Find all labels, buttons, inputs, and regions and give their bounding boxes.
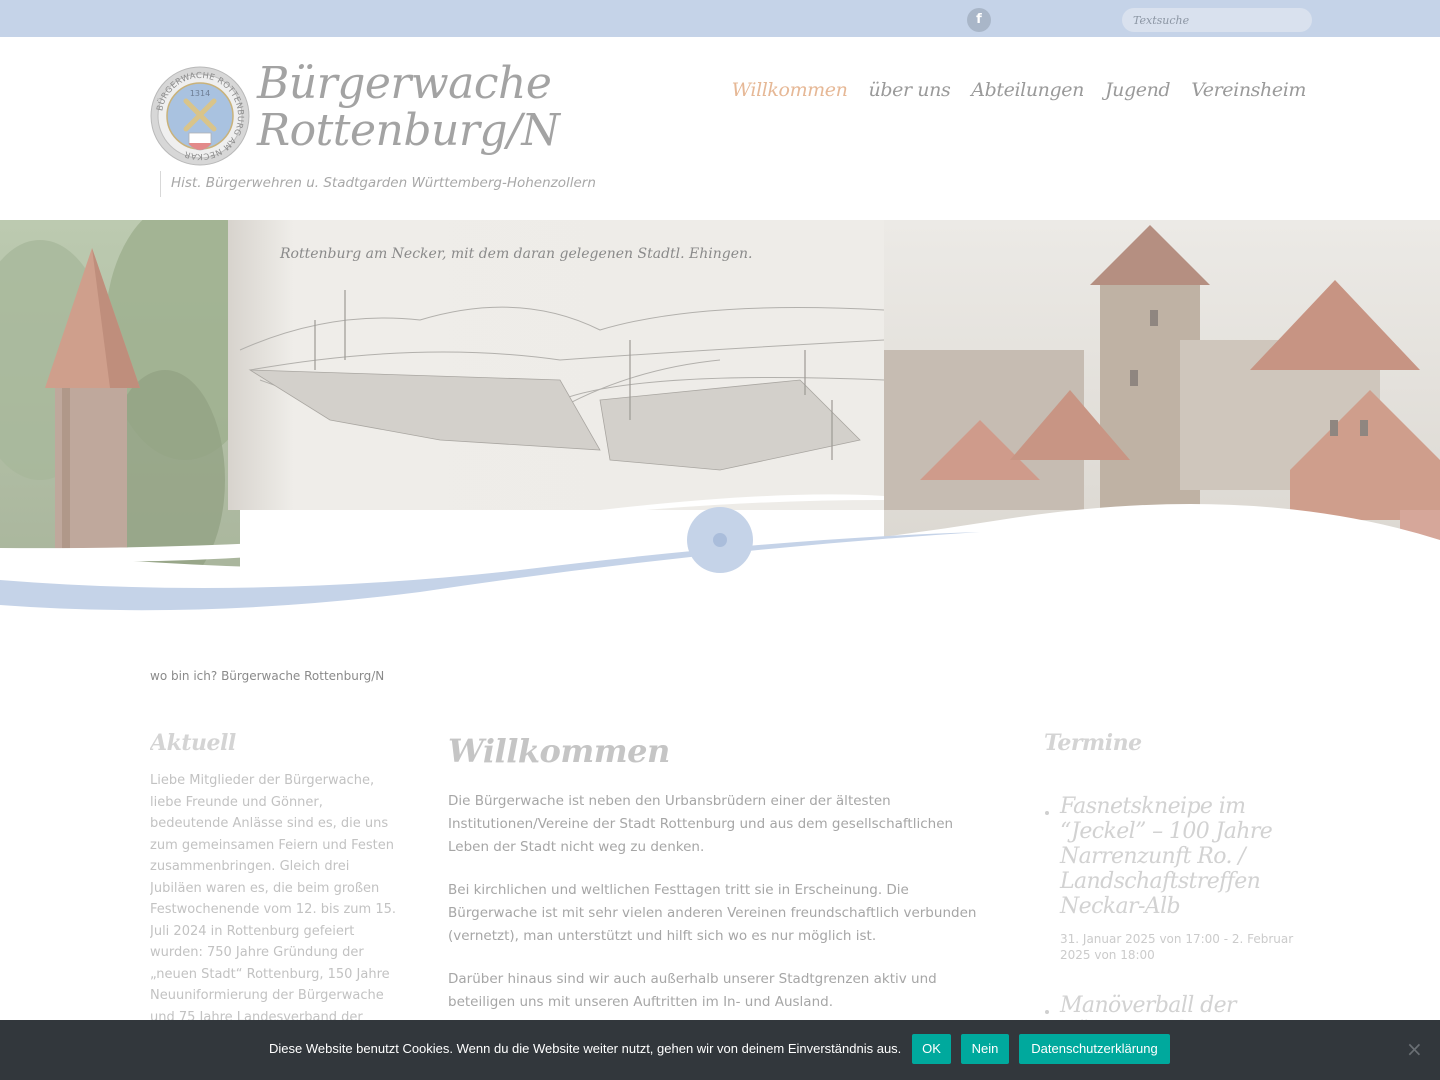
page-title: Willkommen xyxy=(448,732,670,770)
cookie-privacy-button[interactable]: Datenschutzerklärung xyxy=(1019,1034,1170,1064)
main-content: Willkommen Die Bürgerwache ist neben den… xyxy=(448,730,993,1020)
cookie-no-button[interactable]: Nein xyxy=(961,1034,1009,1064)
cookie-notice: Diese Website benutzt Cookies. Wenn du d… xyxy=(0,1020,1440,1080)
content-paragraph-3: Darüber hinaus sind wir auch außerhalb u… xyxy=(448,971,937,1010)
tagline-divider xyxy=(160,171,161,197)
event-title-link[interactable]: Fasnetskneipe im “Jeckel” – 100 Jahre Na… xyxy=(1060,794,1294,919)
aktuell-title: Aktuell xyxy=(150,730,236,756)
termine-list: Fasnetskneipe im “Jeckel” – 100 Jahre Na… xyxy=(1044,794,1294,1020)
termine-item: Manöverball der Bürgerwache xyxy=(1044,993,1294,1020)
site-logo[interactable]: BÜRGERWACHE ROTTENBURG AM NECKAR 1314 xyxy=(150,66,250,166)
termine-item: Fasnetskneipe im “Jeckel” – 100 Jahre Na… xyxy=(1044,794,1294,963)
top-bar: f xyxy=(0,0,1440,37)
nav-item-willkommen[interactable]: Willkommen xyxy=(732,79,848,101)
termine-title: Termine xyxy=(1044,730,1142,756)
logo-year: 1314 xyxy=(190,89,210,98)
hero-sketch-caption: Rottenburg am Necker, mit dem daran gele… xyxy=(279,246,753,262)
nav-item-jugend[interactable]: Jugend xyxy=(1105,79,1171,101)
main-nav: Willkommen über uns Abteilungen Jugend V… xyxy=(732,79,1307,101)
hero-banner: Rottenburg am Necker, mit dem daran gele… xyxy=(0,220,1440,620)
hero-image: Rottenburg am Necker, mit dem daran gele… xyxy=(0,220,1440,620)
nav-item-vereinsheim[interactable]: Vereinsheim xyxy=(1191,79,1306,101)
content-paragraph-1: Die Bürgerwache ist neben den Urbansbrüd… xyxy=(448,793,954,855)
nav-item-abteilungen[interactable]: Abteilungen xyxy=(971,79,1084,101)
site-title-line2: Rottenburg/N xyxy=(257,105,560,156)
cookie-text: Diese Website benutzt Cookies. Wenn du d… xyxy=(269,1041,902,1056)
breadcrumb: wo bin ich? Bürgerwache Rottenburg/N xyxy=(150,669,385,683)
termine-widget: Termine Fasnetskneipe im “Jeckel” – 100 … xyxy=(1044,730,1294,1020)
close-icon[interactable]: × xyxy=(1406,1039,1423,1059)
site-tagline: Hist. Bürgerwehren u. Stadtgarden Württe… xyxy=(171,175,596,191)
site-title-line1: Bürgerwache xyxy=(257,58,552,109)
content-paragraph-2: Bei kirchlichen und weltlichen Festtagen… xyxy=(448,882,977,944)
cookie-ok-button[interactable]: OK xyxy=(912,1034,951,1064)
event-date: 31. Januar 2025 von 17:00 - 2. Februar 2… xyxy=(1060,932,1294,962)
aktuell-widget: Aktuell Liebe Mitglieder der Bürgerwache… xyxy=(150,730,400,1020)
nav-item-ueber-uns[interactable]: über uns xyxy=(869,79,951,101)
aktuell-text: Liebe Mitglieder der Bürgerwache, liebe … xyxy=(150,773,397,1020)
search-input[interactable] xyxy=(1122,8,1312,32)
site-title[interactable]: Bürgerwache Rottenburg/N xyxy=(257,58,560,156)
facebook-icon[interactable]: f xyxy=(967,8,991,32)
event-title-link[interactable]: Manöverball der Bürgerwache xyxy=(1060,993,1294,1020)
